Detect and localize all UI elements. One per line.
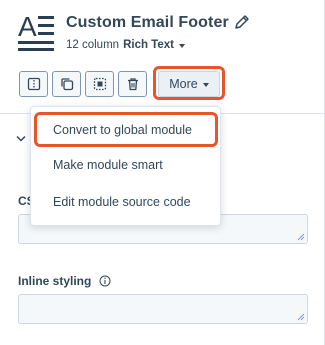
- collapse-chevron-icon[interactable]: [16, 135, 26, 143]
- more-dropdown-menu: Convert to global module Make module sma…: [30, 106, 221, 226]
- delete-button[interactable]: [118, 71, 147, 97]
- chevron-down-icon: [178, 43, 185, 48]
- chevron-down-icon: [202, 82, 209, 87]
- more-button[interactable]: More: [158, 71, 220, 97]
- info-icon[interactable]: [99, 275, 111, 287]
- inline-styling-field[interactable]: [18, 294, 308, 324]
- menu-item-convert-global[interactable]: Convert to global module: [53, 123, 192, 137]
- inline-styling-label: Inline styling: [18, 274, 92, 288]
- module-editor-panel: A Custom Email Footer 12 column Rich Tex…: [0, 0, 325, 345]
- select-button[interactable]: [85, 71, 114, 97]
- split-icon: [27, 77, 40, 91]
- resize-grip-icon[interactable]: [297, 233, 305, 241]
- column-text: 12 column: [66, 39, 120, 51]
- svg-text:A: A: [18, 12, 37, 42]
- edit-pencil-icon[interactable]: [233, 13, 251, 31]
- rich-text-module-icon: A: [18, 12, 54, 51]
- select-icon: [93, 77, 106, 91]
- module-title: Custom Email Footer: [66, 14, 229, 31]
- trash-icon: [127, 78, 138, 91]
- module-type-label: Rich Text: [123, 39, 174, 51]
- duplicate-icon: [60, 78, 73, 91]
- menu-item-edit-source[interactable]: Edit module source code: [53, 195, 191, 209]
- split-button[interactable]: [19, 71, 48, 97]
- resize-grip-icon[interactable]: [297, 313, 305, 321]
- duplicate-button[interactable]: [52, 71, 81, 97]
- menu-item-make-smart[interactable]: Make module smart: [53, 158, 163, 172]
- module-type-dropdown[interactable]: 12 column Rich Text: [66, 39, 185, 51]
- inline-styling-label-row: Inline styling: [18, 274, 111, 288]
- more-label: More: [169, 77, 198, 91]
